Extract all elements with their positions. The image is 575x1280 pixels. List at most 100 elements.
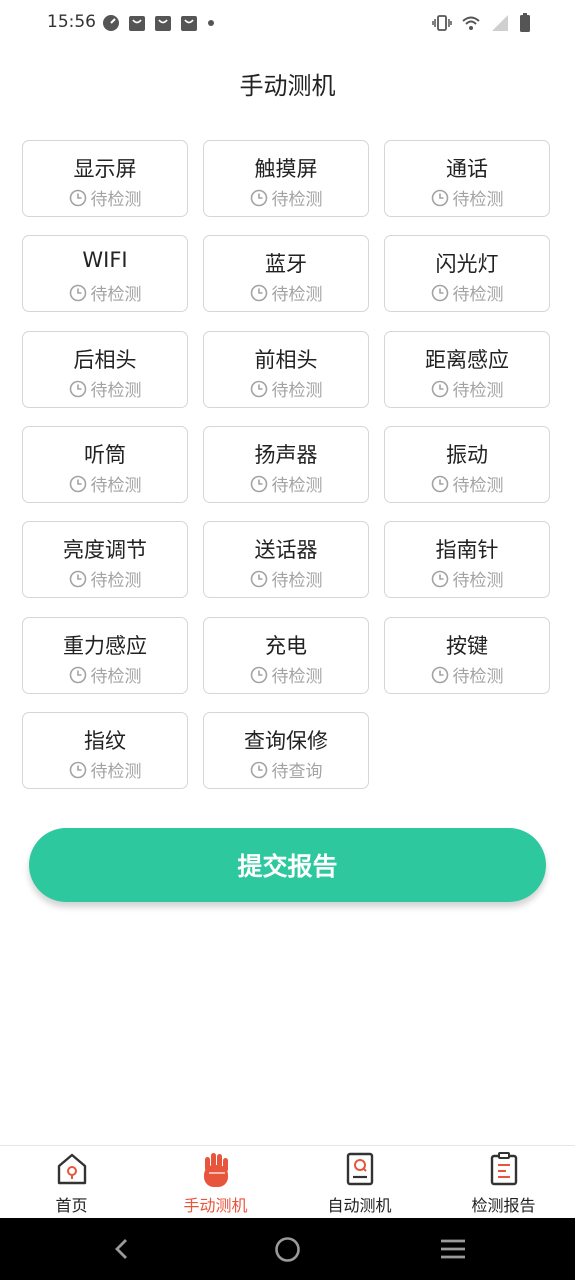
- test-item-status-text: 待检测: [452, 667, 504, 687]
- test-item[interactable]: 触摸屏待检测: [203, 140, 369, 217]
- test-item-status-text: 待检测: [90, 476, 142, 496]
- bottom-nav: 首页 手动测机 自动测机 检测报告: [0, 1145, 575, 1219]
- clock-icon: [431, 284, 448, 301]
- test-item-name: 充电: [265, 634, 307, 658]
- test-item-name: 送话器: [254, 538, 318, 562]
- clock-icon: [69, 761, 86, 778]
- test-item-status-text: 待检测: [452, 476, 504, 496]
- clock-icon: [69, 475, 86, 492]
- test-item[interactable]: 距离感应 待检测: [384, 331, 550, 408]
- test-item-name: 距离感应: [425, 348, 509, 372]
- test-item[interactable]: 充电待检测: [203, 617, 369, 694]
- test-item[interactable]: 前相头 待检测: [203, 331, 369, 408]
- test-item-status: 待检测: [23, 376, 187, 401]
- test-item-status-text: 待检测: [90, 667, 142, 687]
- test-item[interactable]: 后相头 待检测: [22, 331, 188, 408]
- test-item-status-text: 待检测: [90, 762, 142, 782]
- battery-icon: [520, 13, 530, 32]
- test-item-status: 待检测: [23, 280, 187, 305]
- clock-icon: [250, 380, 267, 397]
- test-item[interactable]: 通话待检测: [384, 140, 550, 217]
- clock-icon: [250, 761, 267, 778]
- clock-icon: [250, 475, 267, 492]
- notification-icons: [102, 14, 216, 32]
- test-item-status: 待检测: [23, 185, 187, 210]
- test-item-name: 显示屏: [73, 157, 137, 181]
- test-item-status-text: 待检测: [452, 190, 504, 210]
- test-item-status: 待检测: [23, 757, 187, 782]
- test-item-name: WIFI: [82, 248, 128, 272]
- dot-icon: [208, 20, 214, 26]
- test-item-name: 后相头: [73, 348, 137, 372]
- nav-label: 检测报告: [471, 1196, 536, 1215]
- test-item-status: 待检测: [385, 185, 549, 210]
- nav-item-auto-test[interactable]: 自动测机: [288, 1146, 431, 1219]
- hand-icon: [203, 1153, 228, 1187]
- auto-test-icon: [346, 1152, 373, 1186]
- test-item-name: 通话: [446, 157, 488, 181]
- test-item[interactable]: 闪光灯 待检测: [384, 235, 550, 312]
- test-item[interactable]: 查询保修 待查询: [203, 712, 369, 789]
- test-item[interactable]: WIFI 待检测: [22, 235, 188, 312]
- test-item[interactable]: 听筒待检测: [22, 426, 188, 503]
- bag-icon: [129, 16, 145, 31]
- test-item[interactable]: 指南针 待检测: [384, 521, 550, 598]
- test-item[interactable]: 按键 待检测: [384, 617, 550, 694]
- test-item-status: 待检测: [385, 471, 549, 496]
- test-item[interactable]: 扬声器 待检测: [203, 426, 369, 503]
- test-item-status: 待检测: [204, 280, 368, 305]
- test-item-status: 待检测: [204, 471, 368, 496]
- test-item[interactable]: 指纹 待检测: [22, 712, 188, 789]
- test-item-status: 待检测: [23, 566, 187, 591]
- test-item-status: 待检测: [204, 566, 368, 591]
- home-circle-icon[interactable]: [274, 1236, 301, 1263]
- test-item[interactable]: 亮度调节待检测: [22, 521, 188, 598]
- menu-icon[interactable]: [440, 1238, 466, 1260]
- test-item-status-text: 待检测: [90, 571, 142, 591]
- nav-item-home[interactable]: 首页: [0, 1146, 143, 1219]
- test-item-status: 待检测: [204, 662, 368, 687]
- system-nav-bar: [0, 1218, 575, 1280]
- speed-icon: [103, 15, 119, 31]
- clock-icon: [69, 666, 86, 683]
- test-item[interactable]: 振动 待检测: [384, 426, 550, 503]
- test-item-status: 待检测: [385, 662, 549, 687]
- test-item-name: 亮度调节: [63, 538, 147, 562]
- test-item-name: 重力感应: [63, 634, 147, 658]
- nav-item-manual-test[interactable]: 手动测机: [144, 1146, 287, 1219]
- test-item[interactable]: 蓝牙 待检测: [203, 235, 369, 312]
- test-item-status-text: 待检测: [271, 285, 323, 305]
- clock-icon: [431, 189, 448, 206]
- wifi-icon: [462, 16, 480, 30]
- test-item-status: 待检测: [204, 185, 368, 210]
- clock-icon: [250, 284, 267, 301]
- test-item-status: 待检测: [385, 566, 549, 591]
- test-item-status-text: 待检测: [452, 285, 504, 305]
- report-icon: [490, 1152, 517, 1186]
- test-item-status-text: 待检测: [271, 476, 323, 496]
- bag-icon: [181, 16, 197, 31]
- test-item-status-text: 待检测: [90, 285, 142, 305]
- test-item-name: 查询保修: [244, 729, 328, 753]
- clock-icon: [431, 666, 448, 683]
- test-item[interactable]: 重力感应待检测: [22, 617, 188, 694]
- test-item[interactable]: 送话器 待检测: [203, 521, 369, 598]
- status-time: 15:56: [47, 12, 96, 32]
- test-item-status-text: 待检测: [271, 190, 323, 210]
- submit-report-button[interactable]: 提交报告: [29, 828, 546, 902]
- clock-icon: [69, 380, 86, 397]
- test-item-status-text: 待检测: [271, 667, 323, 687]
- test-item-name: 前相头: [254, 348, 318, 372]
- test-item-status: 待检测: [385, 376, 549, 401]
- test-item-name: 触摸屏: [254, 157, 318, 181]
- test-item-status: 待检测: [204, 376, 368, 401]
- bag-icon: [155, 16, 171, 31]
- back-icon[interactable]: [110, 1237, 134, 1261]
- nav-label: 手动测机: [183, 1196, 248, 1215]
- test-item-status: 待检测: [23, 471, 187, 496]
- test-item-name: 听筒: [84, 443, 126, 467]
- test-item[interactable]: 显示屏 待检测: [22, 140, 188, 217]
- page-title: 手动测机: [239, 72, 336, 100]
- nav-item-report[interactable]: 检测报告: [432, 1146, 575, 1219]
- test-grid: 显示屏 待检测 触摸屏 待检测 通话 待检测 WIFI 待检测 蓝牙 待检测 闪光灯 待检测 后相头 待检…: [22, 140, 554, 792]
